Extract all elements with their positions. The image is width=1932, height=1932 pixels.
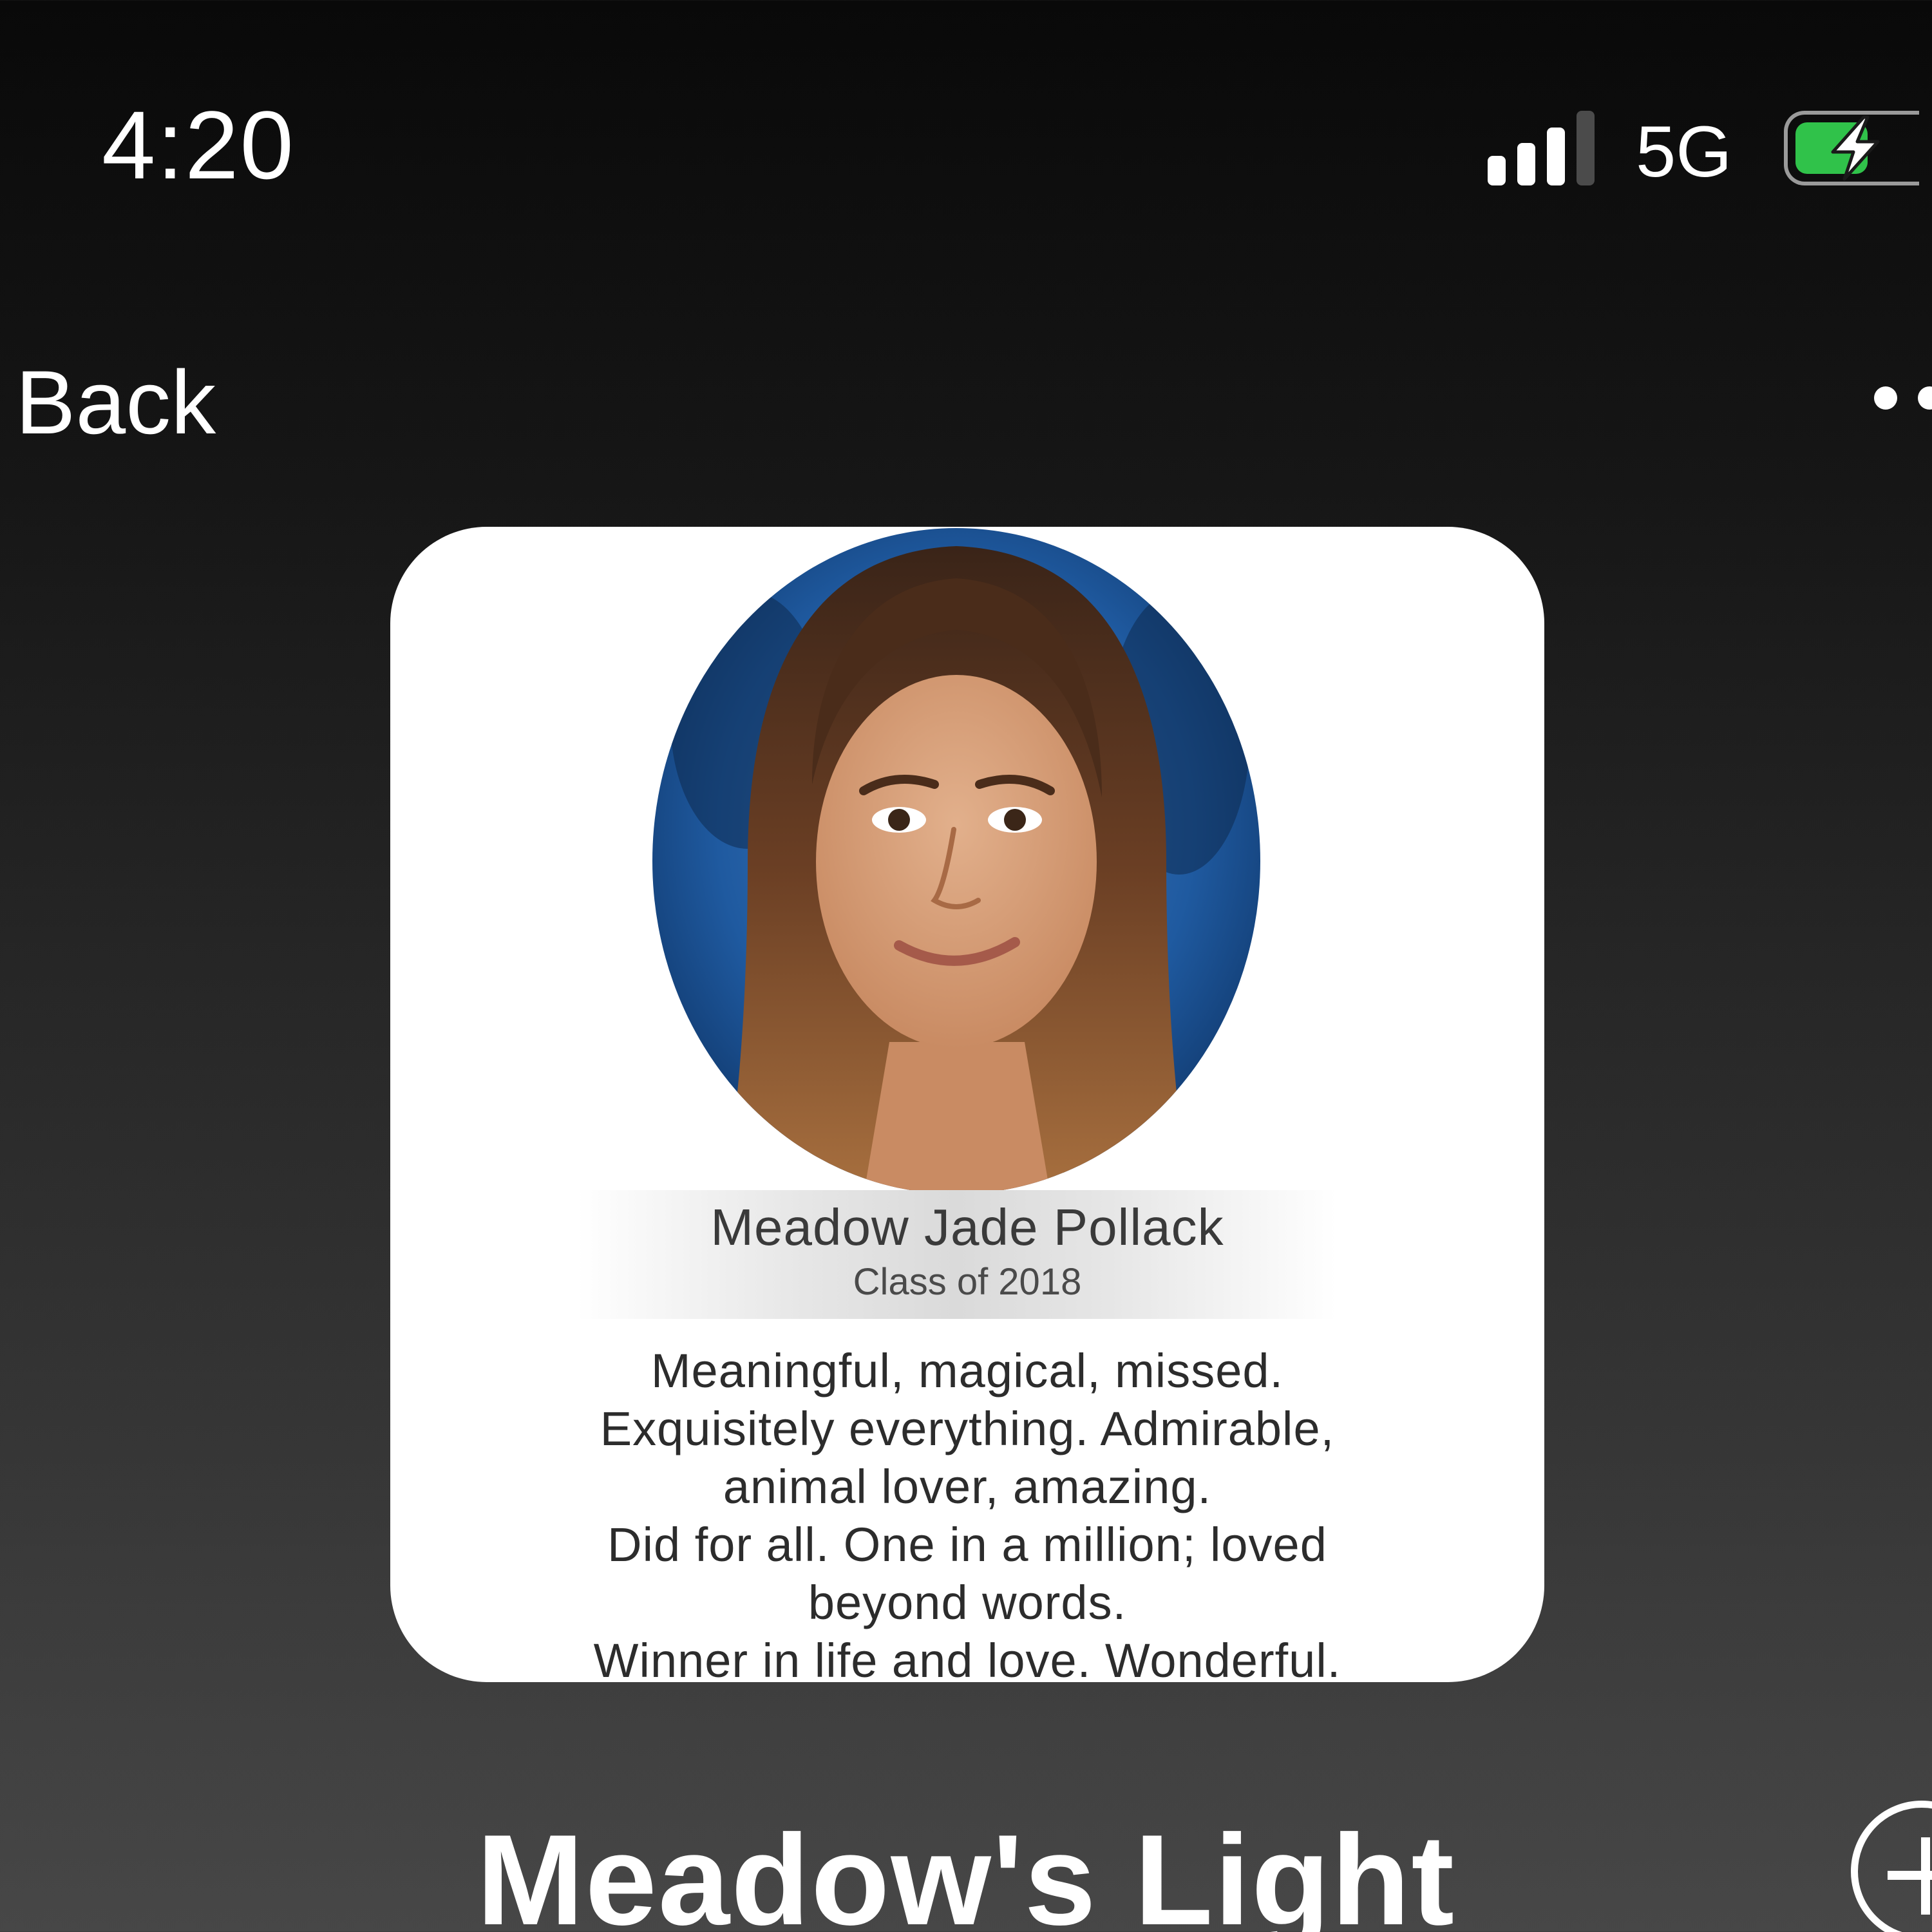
ellipsis-icon[interactable] [1868,386,1932,416]
back-button[interactable]: Back [15,353,216,452]
poem-line: animal lover, amazing. [723,1460,1212,1513]
poem-line: beyond words. [808,1576,1127,1629]
memorial-card[interactable]: Meadow Jade Pollack Class of 2018 Meanin… [390,527,1544,1682]
memorial-name: Meadow Jade Pollack [710,1198,1224,1256]
page-title: Meadow's Light [477,1808,1455,1932]
poem-line: Did for all. One in a million; loved [607,1518,1327,1571]
poem-line: Meaningful, magical, missed. [650,1344,1284,1397]
portrait-photo [652,528,1260,1194]
signal-icon [1488,111,1604,185]
battery-charging-icon [1784,111,1919,185]
network-type: 5G [1636,111,1732,192]
poem-line: Exquisitely everything. Admirable, [600,1402,1335,1455]
memorial-class-year: Class of 2018 [853,1261,1082,1303]
poem-line: Winner in life and love. Wonderful. [593,1634,1341,1682]
status-time: 4:20 [102,91,295,199]
